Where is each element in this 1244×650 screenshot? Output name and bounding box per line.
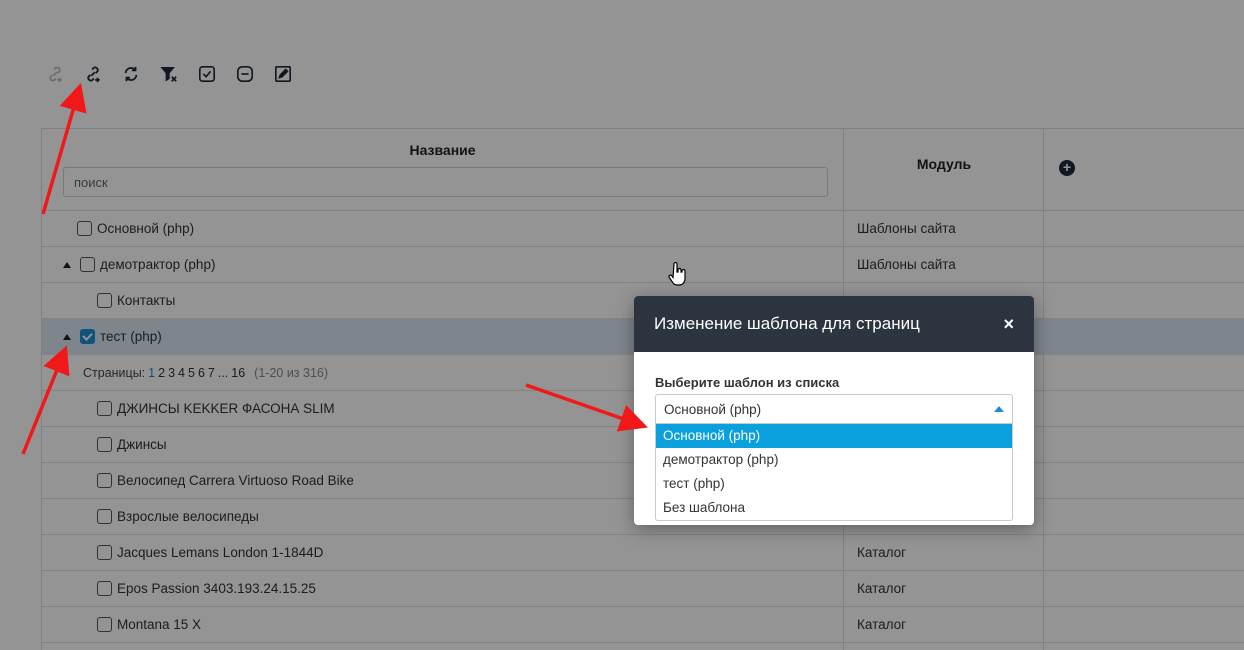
modal-backdrop[interactable] bbox=[0, 0, 1244, 650]
modal-title: Изменение шаблона для страниц bbox=[654, 314, 920, 333]
select-label: Выберите шаблон из списка bbox=[655, 375, 840, 390]
close-icon[interactable]: × bbox=[1003, 314, 1014, 335]
select-value: Основной (php) bbox=[664, 401, 762, 417]
caret-up-icon bbox=[994, 406, 1004, 412]
select-option[interactable]: демотрактор (php) bbox=[656, 448, 1012, 472]
select-option[interactable]: Основной (php) bbox=[656, 424, 1012, 448]
select-option[interactable]: тест (php) bbox=[656, 472, 1012, 496]
select-option[interactable]: Без шаблона bbox=[656, 496, 1012, 520]
modal-header: Изменение шаблона для страниц × bbox=[634, 296, 1034, 352]
template-select[interactable]: Основной (php) bbox=[655, 394, 1013, 424]
hand-cursor-icon bbox=[668, 262, 686, 286]
template-change-modal: Изменение шаблона для страниц × Выберите… bbox=[634, 296, 1034, 525]
select-dropdown: Основной (php) демотрактор (php) тест (p… bbox=[655, 424, 1013, 521]
